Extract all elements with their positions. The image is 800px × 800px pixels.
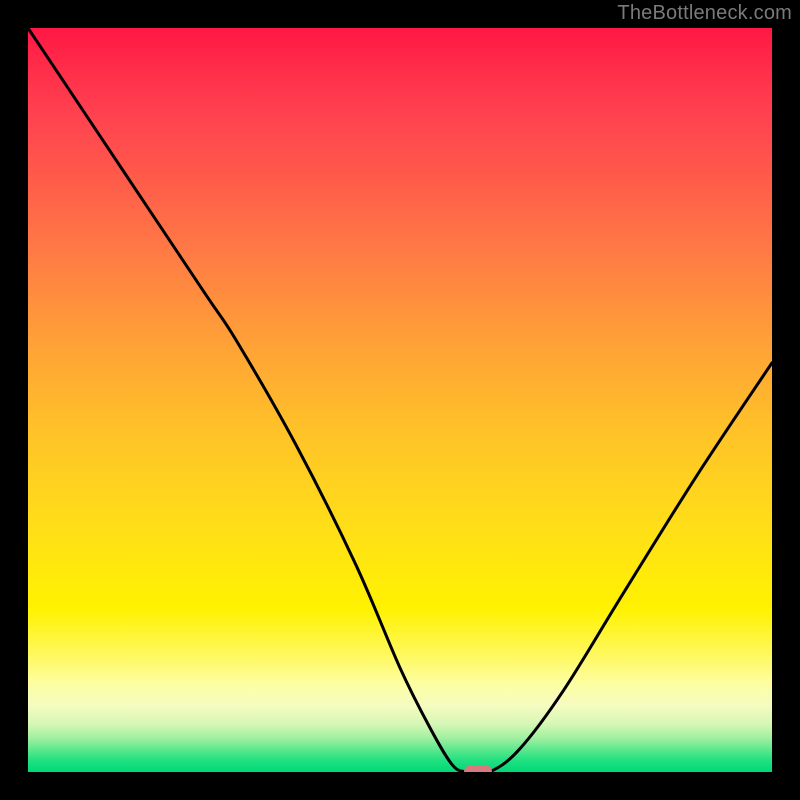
- bottleneck-curve: [28, 28, 772, 772]
- plot-area: [28, 28, 772, 772]
- optimal-point-marker: [464, 765, 492, 772]
- watermark-text: TheBottleneck.com: [617, 2, 792, 25]
- chart-frame: TheBottleneck.com: [0, 0, 800, 800]
